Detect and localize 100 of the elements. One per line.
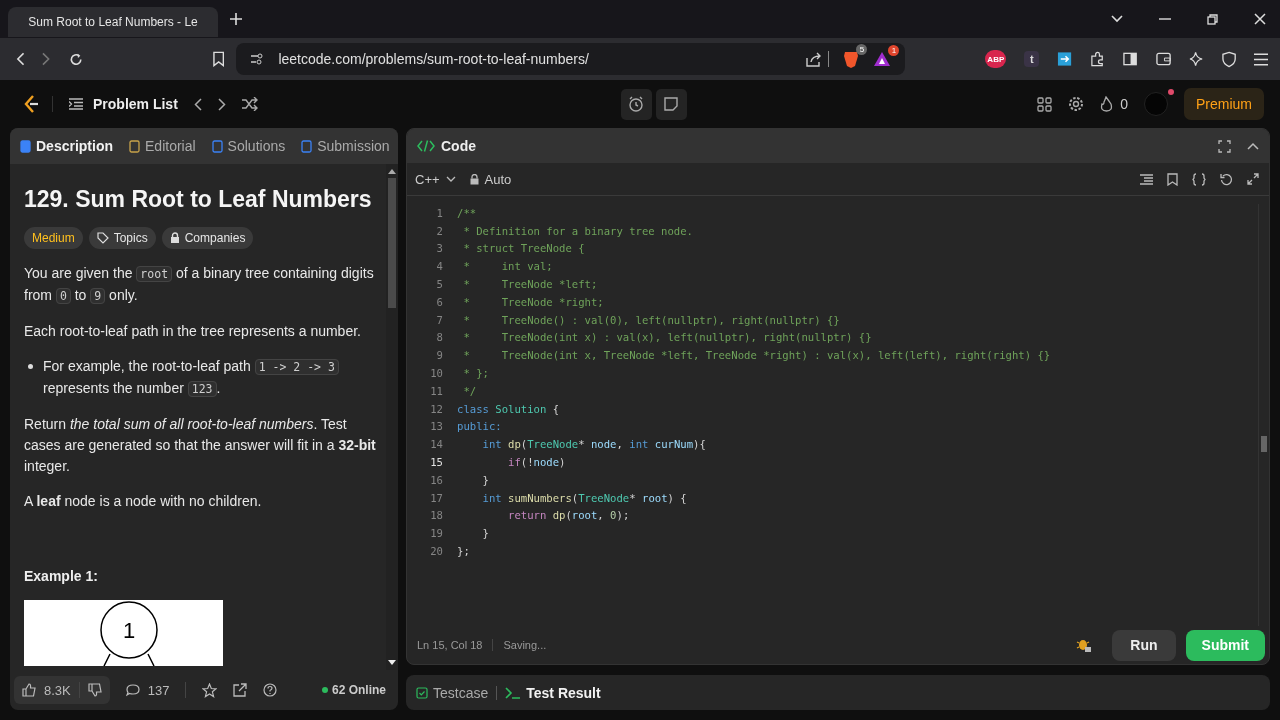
bookmark-icon[interactable] <box>213 51 225 67</box>
streak-counter[interactable]: 0 <box>1100 96 1128 112</box>
restore-icon[interactable] <box>1207 13 1218 25</box>
star-icon[interactable] <box>202 682 218 698</box>
panel-tab[interactable]: Test Result <box>505 684 601 701</box>
tag-chip[interactable]: Medium <box>24 227 83 249</box>
tab-title: Sum Root to Leaf Numbers - Le <box>28 15 198 29</box>
premium-button[interactable]: Premium <box>1184 88 1264 120</box>
line-number: 20 <box>429 545 443 558</box>
scroll-up-icon[interactable] <box>388 168 396 174</box>
auto-mode-label[interactable]: Auto <box>469 171 512 187</box>
address-bar[interactable]: leetcode.com/problems/sum-root-to-leaf-numbers/ 5 1 <box>236 43 906 75</box>
scroll-down-icon[interactable] <box>388 660 396 666</box>
like-dislike-control[interactable]: 8.3K <box>14 676 110 704</box>
code-line: public: <box>457 420 502 433</box>
panel-tab[interactable]: Submission <box>301 138 390 154</box>
code-line: * TreeNode *right; <box>462 295 604 308</box>
line-number: 7 <box>435 313 443 326</box>
new-tab-icon[interactable] <box>230 13 242 25</box>
line-number: 5 <box>435 278 443 291</box>
problem-title: 129. Sum Root to Leaf Numbers <box>24 186 373 213</box>
bookmark-icon[interactable] <box>1167 172 1178 186</box>
leetcode-logo-icon[interactable] <box>22 94 40 114</box>
fullscreen-icon[interactable] <box>1218 139 1231 153</box>
tab-icon <box>20 139 31 153</box>
notification-dot <box>1168 89 1174 95</box>
reload-icon[interactable] <box>68 51 84 67</box>
previous-icon[interactable] <box>193 97 202 111</box>
cursor-position: Ln 15, Col 18 <box>417 639 483 651</box>
tag-chip[interactable]: Topics <box>88 227 156 249</box>
braces-icon[interactable] <box>1192 172 1206 186</box>
chevron-down-icon <box>445 176 456 182</box>
line-number: 13 <box>429 420 443 433</box>
tag-chip[interactable]: Companies <box>161 227 254 249</box>
shuffle-icon[interactable] <box>241 97 258 111</box>
line-number: 3 <box>435 242 443 255</box>
thumbs-down-icon[interactable] <box>87 683 102 697</box>
back-icon[interactable] <box>16 52 25 66</box>
like-count: 8.3K <box>44 682 71 698</box>
panel-title: Code <box>441 138 476 154</box>
note-icon <box>664 97 678 111</box>
expand-icon[interactable] <box>1247 173 1259 185</box>
panel-tab[interactable]: Editorial <box>129 138 196 154</box>
code-line: /** <box>457 206 477 219</box>
share-icon[interactable] <box>806 51 823 67</box>
next-icon[interactable] <box>217 97 226 111</box>
scrollbar-thumb[interactable] <box>1261 436 1267 452</box>
sidebar-icon[interactable] <box>1123 52 1138 66</box>
sparkle-icon[interactable] <box>1188 51 1204 67</box>
wallet-icon[interactable] <box>1155 52 1171 66</box>
scrollbar-thumb[interactable] <box>388 178 396 308</box>
flame-icon <box>1100 96 1114 112</box>
thumbs-up-icon[interactable] <box>22 683 36 697</box>
line-number: 8 <box>435 331 443 344</box>
code-line: */ <box>462 384 477 397</box>
save-status: Saving... <box>503 639 547 651</box>
code-line: * TreeNode *left; <box>462 278 598 291</box>
menu-icon[interactable] <box>1253 52 1268 66</box>
help-icon[interactable] <box>263 683 278 697</box>
browser-tab[interactable]: Sum Root to Leaf Numbers - Le <box>8 7 218 37</box>
timer-button[interactable] <box>620 88 652 120</box>
alarm-clock-icon <box>628 96 644 112</box>
code-line: return dp(root, 0); <box>507 509 630 522</box>
adblock-extension[interactable]: ABP <box>985 50 1007 68</box>
reset-icon[interactable] <box>1220 172 1233 186</box>
triangle-icon[interactable] <box>873 51 892 67</box>
code-line: * TreeNode(int x) : val(x), left(nullptr), right(nullptr) {} <box>462 331 872 344</box>
code-line: * TreeNode() : val(0), left(nullptr), right(nullptr) {} <box>462 313 840 326</box>
site-settings-icon[interactable] <box>250 53 265 65</box>
code-line: } <box>481 473 489 486</box>
code-line: int sumNumbers(TreeNode* root) { <box>481 491 687 504</box>
notes-button[interactable] <box>655 88 687 120</box>
line-number: 14 <box>429 438 443 451</box>
line-number: 16 <box>429 473 443 486</box>
collapse-icon[interactable] <box>1247 142 1259 150</box>
debugger-icon[interactable] <box>1076 637 1093 653</box>
close-icon[interactable] <box>1254 13 1266 25</box>
code-line: int dp(TreeNode* node, int curNum){ <box>481 438 706 451</box>
align-icon[interactable] <box>1140 173 1153 185</box>
arrow-box-icon[interactable] <box>1057 51 1073 67</box>
description-text: For example, the root-to-leaf path 1 -> 2 -> 3 represents the number 123 . <box>43 356 376 400</box>
problem-list-button[interactable]: Problem List <box>69 96 178 112</box>
tab-icon <box>301 139 313 153</box>
panel-tab[interactable]: Testcase <box>416 684 489 701</box>
lock-icon <box>169 232 180 244</box>
panel-tab[interactable]: Solutions <box>211 138 286 154</box>
layout-icon[interactable] <box>1037 96 1053 112</box>
puzzle-icon[interactable] <box>1090 51 1106 67</box>
language-dropdown[interactable]: C++ <box>415 171 456 187</box>
panel-tab[interactable]: Description <box>20 138 113 154</box>
chevron-down-icon[interactable] <box>1111 15 1123 23</box>
checkbox-icon <box>416 686 428 699</box>
run-button[interactable]: Run <box>1112 629 1176 661</box>
vpn-shield-icon[interactable] <box>1221 50 1236 68</box>
settings-icon[interactable] <box>1068 96 1085 112</box>
line-number: 6 <box>435 295 443 308</box>
forward-icon[interactable] <box>42 52 51 66</box>
share-icon[interactable] <box>233 683 248 697</box>
comments-button[interactable]: 137 <box>125 682 170 698</box>
t-extension[interactable]: t <box>1024 51 1040 67</box>
